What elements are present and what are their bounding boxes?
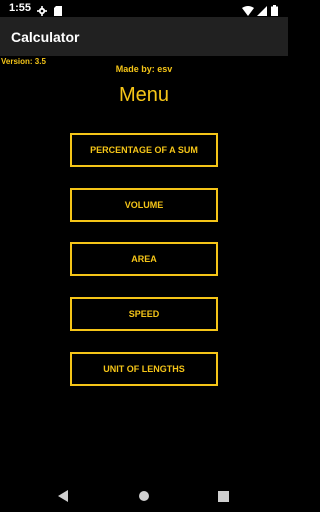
main-content: Version: 3.5 Made by: esv Menu PERCENTAG… (0, 56, 288, 480)
recents-icon[interactable] (218, 489, 229, 507)
made-by-label: Made by: esv (115, 64, 173, 74)
speed-button[interactable]: SPEED (70, 297, 218, 331)
app-bar: Calculator (0, 17, 288, 56)
unit-of-lengths-button[interactable]: UNIT OF LENGTHS (70, 352, 218, 386)
menu-title: Menu (118, 84, 170, 106)
percentage-of-a-sum-button[interactable]: PERCENTAGE OF A SUM (70, 133, 218, 167)
navigation-bar (0, 480, 288, 512)
status-time: 1:55 (9, 2, 32, 14)
area-button[interactable]: AREA (70, 242, 218, 276)
status-bar: 1:55 (0, 0, 288, 17)
app-title: Calculator (11, 29, 80, 45)
back-icon[interactable] (58, 489, 68, 507)
volume-button[interactable]: VOLUME (70, 188, 218, 222)
home-icon[interactable] (138, 489, 150, 507)
